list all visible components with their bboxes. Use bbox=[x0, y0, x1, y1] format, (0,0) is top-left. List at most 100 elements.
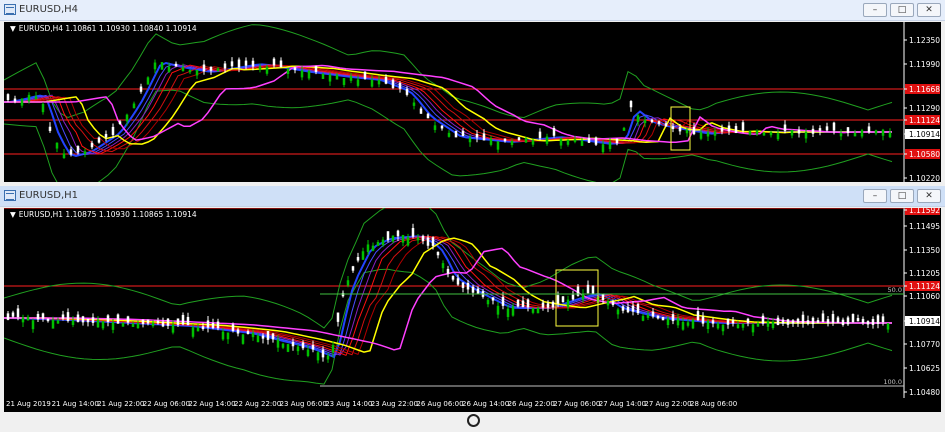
window-titlebar[interactable]: EURUSD,H1 – □ ✕ bbox=[0, 186, 945, 207]
minimize-button[interactable]: – bbox=[863, 3, 887, 17]
candle-body bbox=[786, 319, 790, 325]
price-label: 1.11124 bbox=[909, 282, 940, 291]
candle-body bbox=[433, 125, 437, 130]
candle-body bbox=[761, 315, 765, 324]
price-chart-h1[interactable]: 1.116401.115921.114951.113501.112051.111… bbox=[4, 208, 941, 398]
candle-body bbox=[13, 98, 17, 102]
candle-body bbox=[279, 60, 283, 68]
price-label: 1.10914 bbox=[909, 130, 940, 139]
time-axis-label: 21 Aug 14:00 bbox=[51, 400, 99, 408]
candle-body bbox=[97, 137, 101, 143]
candle-body bbox=[221, 331, 225, 340]
window-titlebar[interactable]: EURUSD,H4 – □ ✕ bbox=[0, 0, 945, 21]
close-button[interactable]: ✕ bbox=[917, 189, 941, 203]
candle-body bbox=[676, 318, 680, 326]
ma-fast-blue-line bbox=[4, 235, 892, 359]
candle-body bbox=[56, 320, 60, 324]
candle-body bbox=[656, 315, 660, 319]
candle-body bbox=[186, 316, 190, 326]
candle-body bbox=[501, 296, 505, 306]
time-axis-label: 22 Aug 06:00 bbox=[142, 400, 190, 408]
candle-body bbox=[431, 237, 435, 246]
candle-body bbox=[706, 132, 710, 137]
candle-body bbox=[83, 151, 87, 155]
close-button[interactable]: ✕ bbox=[917, 3, 941, 17]
chart-canvas[interactable]: 1.116401.115921.114951.113501.112051.111… bbox=[4, 208, 941, 398]
price-label: 1.11668 bbox=[909, 85, 940, 94]
candle-body bbox=[301, 342, 305, 349]
ohlc-readout: EURUSD,H1 1.10875 1.10930 1.10865 1.1091… bbox=[18, 210, 197, 219]
candle-body bbox=[440, 125, 444, 129]
candle-body bbox=[876, 315, 880, 324]
candle-body bbox=[524, 138, 528, 143]
candle-body bbox=[559, 138, 563, 146]
busy-cursor-icon bbox=[467, 414, 480, 427]
candle-body bbox=[601, 144, 605, 153]
candle-body bbox=[615, 138, 619, 144]
candle-body bbox=[621, 306, 625, 311]
candle-body bbox=[821, 313, 825, 323]
candle-body bbox=[261, 335, 265, 339]
candle-body bbox=[461, 282, 465, 288]
time-axis-label: 27 Aug 14:00 bbox=[598, 400, 646, 408]
candle-body bbox=[86, 318, 90, 323]
window-title: EURUSD,H4 bbox=[19, 4, 79, 15]
ma-red-line bbox=[4, 236, 892, 355]
candle-body bbox=[126, 316, 130, 323]
candle-body bbox=[797, 129, 801, 134]
candle-body bbox=[721, 324, 725, 332]
candle-body bbox=[664, 123, 668, 127]
maximize-button[interactable]: □ bbox=[890, 3, 914, 17]
chart-window-h1[interactable]: EURUSD,H1 – □ ✕ 1.116401.115921.114951.1… bbox=[0, 186, 945, 432]
candle-body bbox=[356, 257, 360, 261]
candle-body bbox=[561, 296, 565, 303]
candle-body bbox=[566, 139, 570, 145]
candle-body bbox=[174, 63, 178, 67]
candle-body bbox=[874, 130, 878, 134]
candle-body bbox=[601, 294, 605, 301]
candle-body bbox=[335, 74, 339, 80]
price-label: 1.10914 bbox=[909, 317, 940, 326]
candle-body bbox=[545, 136, 549, 144]
time-axis-label: 26 Aug 22:00 bbox=[507, 400, 555, 408]
candle-body bbox=[856, 318, 860, 322]
chart-window-h4[interactable]: EURUSD,H4 – □ ✕ 1.12350 1.11990 1.11668 1.1… bbox=[0, 0, 945, 186]
candle-body bbox=[202, 64, 206, 72]
price-chart-h4[interactable]: 1.12350 1.11990 1.11668 1.11290 1.11124 1.109… bbox=[4, 22, 941, 182]
candle-body bbox=[331, 344, 335, 353]
candle-body bbox=[307, 70, 311, 79]
candle-body bbox=[769, 132, 773, 136]
candle-body bbox=[476, 288, 480, 294]
candle-body bbox=[454, 130, 458, 138]
candle-body bbox=[55, 142, 59, 149]
candle-body bbox=[121, 322, 125, 327]
maximize-button[interactable]: □ bbox=[890, 189, 914, 203]
candle-body bbox=[818, 128, 822, 131]
candle-body bbox=[447, 132, 451, 137]
candle-body bbox=[746, 318, 750, 324]
price-label: 1.11990 bbox=[909, 60, 940, 69]
candle-body bbox=[451, 276, 455, 280]
candle-body bbox=[188, 69, 192, 73]
candle-body bbox=[146, 319, 150, 324]
candle-body bbox=[726, 318, 730, 325]
chart-canvas[interactable]: 1.12350 1.11990 1.11668 1.11290 1.11124 1.109… bbox=[4, 22, 941, 182]
candle-body bbox=[398, 82, 402, 89]
candle-body bbox=[306, 349, 310, 357]
candle-body bbox=[346, 280, 350, 286]
candle-body bbox=[551, 301, 555, 308]
candle-body bbox=[496, 305, 500, 315]
candle-body bbox=[321, 74, 325, 79]
candle-body bbox=[506, 308, 510, 317]
candle-body bbox=[713, 131, 717, 136]
candle-body bbox=[678, 127, 682, 132]
minimize-button[interactable]: – bbox=[863, 189, 887, 203]
candle-body bbox=[181, 314, 185, 325]
candle-body bbox=[801, 314, 805, 324]
price-label: 1.11290 bbox=[909, 104, 940, 113]
candle-body bbox=[421, 235, 425, 242]
candle-body bbox=[657, 121, 661, 124]
time-axis-label: 23 Aug 22:00 bbox=[370, 400, 418, 408]
candle-body bbox=[296, 346, 300, 352]
candle-body bbox=[846, 317, 850, 325]
